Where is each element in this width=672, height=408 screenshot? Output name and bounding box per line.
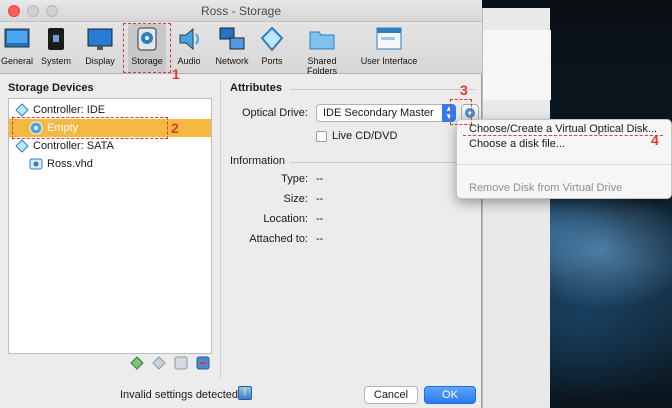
background-window xyxy=(482,8,551,408)
hard-disk-icon xyxy=(29,158,43,170)
tree-item-sata-controller[interactable]: Controller: SATA xyxy=(9,137,211,155)
toolbar-network[interactable]: Network xyxy=(212,24,252,72)
information-title: Information xyxy=(230,155,286,167)
info-attached-to-label: Attached to: xyxy=(249,233,308,245)
menu-item-remove-disk: Remove Disk from Virtual Drive xyxy=(469,182,623,194)
info-size-label: Size: xyxy=(283,193,308,205)
attributes-title: Attributes xyxy=(230,82,282,94)
toolbar: General System Display Storage Audio Net… xyxy=(0,22,482,76)
remove-controller-icon[interactable] xyxy=(152,356,166,370)
annotation-number-2: 2 xyxy=(171,120,179,136)
toolbar-ports[interactable]: Ports xyxy=(256,24,288,72)
add-controller-icon[interactable] xyxy=(130,356,144,370)
annotation-box-disk-button xyxy=(450,99,472,125)
toolbar-system[interactable]: System xyxy=(38,24,74,72)
system-icon xyxy=(48,28,64,50)
toolbar-user-interface[interactable]: User Interface xyxy=(360,24,418,72)
menu-item-choose-disk-file[interactable]: Choose a disk file... xyxy=(469,138,565,150)
ports-icon xyxy=(260,26,284,52)
annotation-box-storage xyxy=(123,23,171,73)
info-type-value: -- xyxy=(316,173,324,185)
audio-icon xyxy=(179,27,199,51)
general-icon xyxy=(4,28,30,48)
info-location-value: -- xyxy=(316,213,324,225)
settings-window: Ross - Storage General System Display St… xyxy=(0,0,482,408)
toolbar-general[interactable]: General xyxy=(0,24,34,72)
info-location-label: Location: xyxy=(263,213,308,225)
optical-drive-value: IDE Secondary Master xyxy=(323,107,434,119)
cancel-button[interactable]: Cancel xyxy=(364,386,418,404)
user-interface-icon xyxy=(376,27,402,50)
storage-devices-title: Storage Devices xyxy=(8,82,94,94)
live-cd-checkbox[interactable] xyxy=(316,131,327,142)
info-type-label: Type: xyxy=(281,173,308,185)
ide-controller-icon xyxy=(15,103,29,117)
info-size-value: -- xyxy=(316,193,324,205)
tree-item-ross-vhd[interactable]: Ross.vhd xyxy=(9,155,211,173)
window-title: Ross - Storage xyxy=(200,4,282,18)
info-attached-to-value: -- xyxy=(316,233,324,245)
warning-icon[interactable] xyxy=(238,386,252,400)
menu-item-choose-create-optical-disk[interactable]: Choose/Create a Virtual Optical Disk... xyxy=(469,123,657,135)
live-cd-label: Live CD/DVD xyxy=(332,130,398,142)
remove-attachment-icon[interactable] xyxy=(196,356,210,370)
toolbar-display[interactable]: Display xyxy=(80,24,120,72)
optical-drive-select[interactable]: IDE Secondary Master ▲ ▼ xyxy=(316,104,456,122)
optical-disk-menu: Choose/Create a Virtual Optical Disk... … xyxy=(456,119,672,199)
annotation-box-empty xyxy=(12,117,168,139)
title-bar: Ross - Storage xyxy=(0,0,482,22)
network-icon xyxy=(219,27,245,50)
display-icon xyxy=(87,28,113,50)
annotation-number-1: 1 xyxy=(172,66,180,82)
add-attachment-icon[interactable] xyxy=(174,356,188,370)
optical-drive-label: Optical Drive: xyxy=(241,107,308,119)
annotation-number-4: 4 xyxy=(651,132,659,148)
annotation-number-3: 3 xyxy=(460,82,468,98)
ok-button[interactable]: OK xyxy=(424,386,476,404)
toolbar-shared-folders[interactable]: Shared Folders xyxy=(294,24,350,76)
shared-folders-icon xyxy=(309,31,335,50)
annotation-underline-menu xyxy=(463,135,663,136)
sata-controller-icon xyxy=(15,139,29,153)
toolbar-audio[interactable]: Audio xyxy=(172,24,206,72)
invalid-settings-text: Invalid settings detected xyxy=(120,389,239,401)
